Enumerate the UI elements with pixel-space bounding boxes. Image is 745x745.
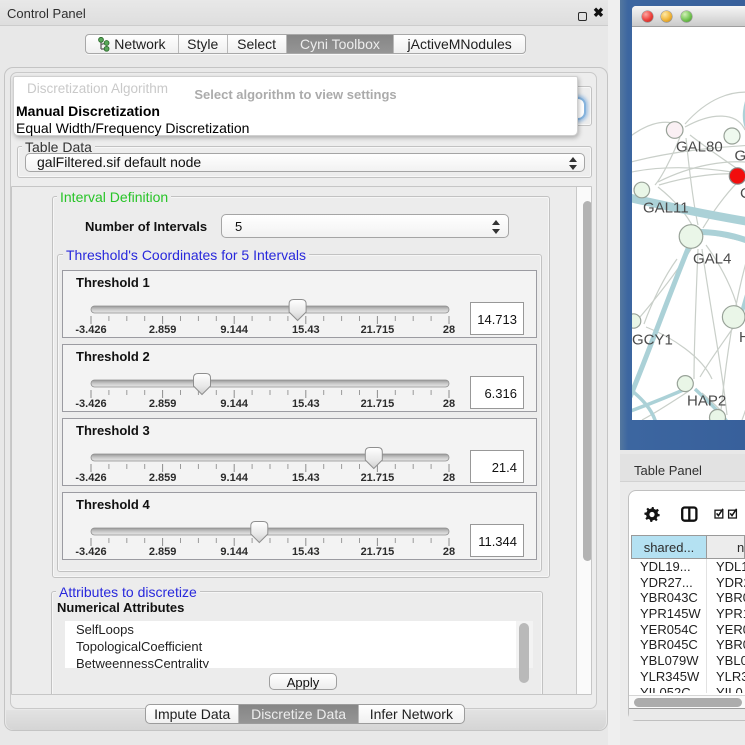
- svg-text:15.43: 15.43: [292, 398, 320, 410]
- svg-text:9.144: 9.144: [220, 546, 248, 558]
- svg-text:9.144: 9.144: [220, 398, 248, 410]
- svg-text:2.859: 2.859: [149, 398, 177, 410]
- svg-text:2.859: 2.859: [149, 546, 177, 558]
- svg-text:-3.426: -3.426: [75, 546, 106, 558]
- svg-text:28: 28: [443, 324, 455, 336]
- svg-text:-3.426: -3.426: [75, 398, 106, 410]
- svg-text:21.715: 21.715: [361, 546, 395, 558]
- svg-text:G.: G.: [735, 148, 745, 165]
- svg-text:HAP2: HAP2: [687, 393, 726, 410]
- svg-text:28: 28: [443, 398, 455, 410]
- svg-text:21.715: 21.715: [361, 324, 395, 336]
- svg-text:H: H: [739, 329, 745, 346]
- svg-text:28: 28: [443, 472, 455, 484]
- svg-text:GCY1: GCY1: [632, 332, 673, 349]
- svg-text:GAL4: GAL4: [693, 251, 731, 268]
- svg-text:9.144: 9.144: [220, 472, 248, 484]
- svg-text:15.43: 15.43: [292, 546, 320, 558]
- svg-text:2.859: 2.859: [149, 324, 177, 336]
- svg-text:-3.426: -3.426: [75, 472, 106, 484]
- svg-text:28: 28: [443, 546, 455, 558]
- svg-text:GAL80: GAL80: [676, 139, 723, 156]
- svg-text:9.144: 9.144: [220, 324, 248, 336]
- svg-text:C: C: [740, 185, 745, 202]
- svg-text:21.715: 21.715: [361, 472, 395, 484]
- svg-text:15.43: 15.43: [292, 472, 320, 484]
- svg-text:21.715: 21.715: [361, 398, 395, 410]
- svg-text:15.43: 15.43: [292, 324, 320, 336]
- svg-text:-3.426: -3.426: [75, 324, 106, 336]
- svg-text:GAL11: GAL11: [643, 200, 689, 217]
- svg-text:2.859: 2.859: [149, 472, 177, 484]
